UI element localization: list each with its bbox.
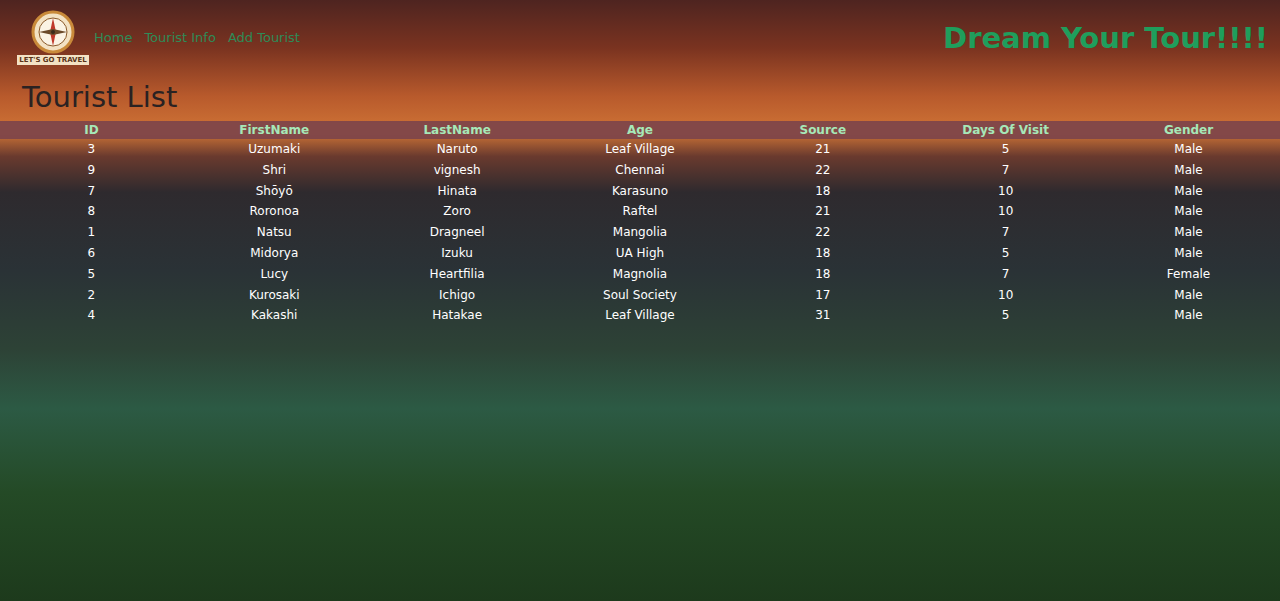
table-cell: Izuku	[366, 243, 549, 264]
table-header-row: IDFirstNameLastNameAgeSourceDays Of Visi…	[0, 121, 1280, 139]
table-cell: Male	[1097, 285, 1280, 306]
compass-icon	[31, 10, 75, 54]
table-row[interactable]: 5LucyHeartfiliaMagnolia187Female	[0, 264, 1280, 285]
table-cell: Midorya	[183, 243, 366, 264]
table-cell: Karasuno	[549, 181, 732, 202]
table-row[interactable]: 9ShrivigneshChennai227Male	[0, 160, 1280, 181]
table-cell: 8	[0, 201, 183, 222]
table-row[interactable]: 4KakashiHatakaeLeaf Village315Male	[0, 305, 1280, 326]
table-cell: Lucy	[183, 264, 366, 285]
table-cell: 3	[0, 139, 183, 160]
table-cell: 7	[914, 160, 1097, 181]
table-cell: 1	[0, 222, 183, 243]
table-cell: 5	[914, 305, 1097, 326]
table-cell: Uzumaki	[183, 139, 366, 160]
table-cell: 7	[914, 264, 1097, 285]
table-cell: Hinata	[366, 181, 549, 202]
table-cell: vignesh	[366, 160, 549, 181]
table-cell: Leaf Village	[549, 139, 732, 160]
table-cell: 18	[731, 243, 914, 264]
tourist-table: IDFirstNameLastNameAgeSourceDays Of Visi…	[0, 121, 1280, 326]
table-cell: Raftel	[549, 201, 732, 222]
table-cell: 31	[731, 305, 914, 326]
table-cell: Male	[1097, 222, 1280, 243]
table-cell: Shri	[183, 160, 366, 181]
table-cell: 10	[914, 181, 1097, 202]
brand-nav: LET'S GO TRAVEL Home Tourist Info Add Touri…	[20, 10, 300, 65]
table-cell: Chennai	[549, 160, 732, 181]
table-cell: UA High	[549, 243, 732, 264]
column-header: Age	[549, 121, 732, 139]
table-cell: Male	[1097, 139, 1280, 160]
nav-link[interactable]: Tourist Info	[144, 30, 216, 45]
table-cell: 5	[0, 264, 183, 285]
table-cell: Zoro	[366, 201, 549, 222]
table-cell: 22	[731, 222, 914, 243]
table-cell: Ichigo	[366, 285, 549, 306]
table-row[interactable]: 3UzumakiNarutoLeaf Village215Male	[0, 139, 1280, 160]
table-cell: 5	[914, 243, 1097, 264]
table-row[interactable]: 1NatsuDragneelMangolia227Male	[0, 222, 1280, 243]
table-cell: 9	[0, 160, 183, 181]
table-head: IDFirstNameLastNameAgeSourceDays Of Visi…	[0, 121, 1280, 139]
table-cell: Natsu	[183, 222, 366, 243]
table-cell: Kurosaki	[183, 285, 366, 306]
table-cell: Kakashi	[183, 305, 366, 326]
nav-link[interactable]: Add Tourist	[228, 30, 300, 45]
table-cell: Roronoa	[183, 201, 366, 222]
page-heading: Tourist List	[22, 79, 1280, 115]
table-cell: Male	[1097, 160, 1280, 181]
table-cell: 4	[0, 305, 183, 326]
nav-link[interactable]: Home	[94, 30, 132, 45]
table-cell: 5	[914, 139, 1097, 160]
table-cell: 18	[731, 264, 914, 285]
column-header: LastName	[366, 121, 549, 139]
table-cell: 10	[914, 201, 1097, 222]
table-cell: 18	[731, 181, 914, 202]
table-row[interactable]: 8RoronoaZoroRaftel2110Male	[0, 201, 1280, 222]
column-header: Source	[731, 121, 914, 139]
table-cell: 7	[0, 181, 183, 202]
column-header: FirstName	[183, 121, 366, 139]
column-header: Days Of Visit	[914, 121, 1097, 139]
table-cell: Leaf Village	[549, 305, 732, 326]
table-cell: Male	[1097, 181, 1280, 202]
top-bar: LET'S GO TRAVEL Home Tourist Info Add Touri…	[0, 0, 1280, 65]
table-cell: Heartfilia	[366, 264, 549, 285]
table-cell: 2	[0, 285, 183, 306]
table-cell: Soul Society	[549, 285, 732, 306]
table-cell: Hatakae	[366, 305, 549, 326]
table-body: 3UzumakiNarutoLeaf Village215Male9Shrivi…	[0, 139, 1280, 326]
table-cell: 6	[0, 243, 183, 264]
tagline: Dream Your Tour!!!!	[943, 21, 1268, 55]
table-cell: Magnolia	[549, 264, 732, 285]
table-cell: Shōyō	[183, 181, 366, 202]
nav: Home Tourist Info Add Tourist	[94, 30, 300, 45]
page: LET'S GO TRAVEL Home Tourist Info Add Touri…	[0, 0, 1280, 601]
table-row[interactable]: 7ShōyōHinataKarasuno1810Male	[0, 181, 1280, 202]
table-cell: Male	[1097, 305, 1280, 326]
table-cell: 21	[731, 139, 914, 160]
logo[interactable]: LET'S GO TRAVEL	[20, 10, 86, 65]
table-cell: Male	[1097, 201, 1280, 222]
table-cell: 7	[914, 222, 1097, 243]
table-cell: 10	[914, 285, 1097, 306]
logo-text: LET'S GO TRAVEL	[17, 55, 89, 65]
table-cell: Dragneel	[366, 222, 549, 243]
table-cell: Mangolia	[549, 222, 732, 243]
table-cell: Female	[1097, 264, 1280, 285]
table-cell: 21	[731, 201, 914, 222]
column-header: ID	[0, 121, 183, 139]
table-row[interactable]: 6MidoryaIzukuUA High185Male	[0, 243, 1280, 264]
table-cell: Male	[1097, 243, 1280, 264]
table-cell: Naruto	[366, 139, 549, 160]
table-row[interactable]: 2KurosakiIchigoSoul Society1710Male	[0, 285, 1280, 306]
table-cell: 22	[731, 160, 914, 181]
column-header: Gender	[1097, 121, 1280, 139]
table-cell: 17	[731, 285, 914, 306]
